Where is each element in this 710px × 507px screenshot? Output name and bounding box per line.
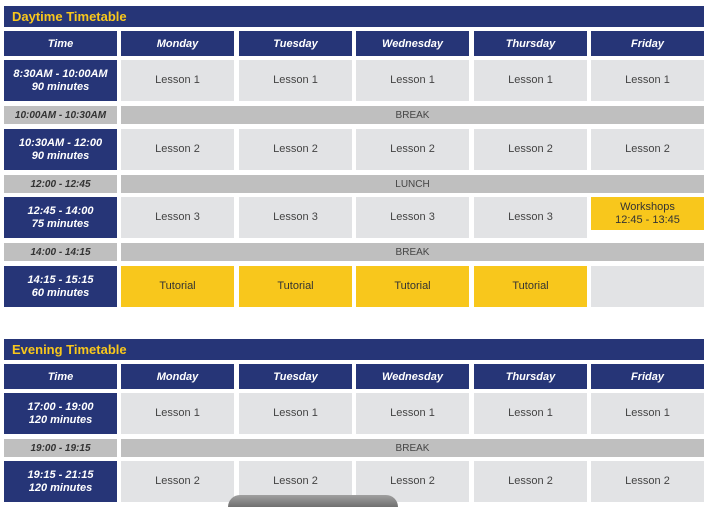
time-slot: 12:45 - 14:00 75 minutes: [4, 197, 117, 238]
lesson-cell: Lesson 1: [474, 60, 587, 101]
time-duration: 120 minutes: [28, 481, 93, 494]
lesson-cell: Lesson 1: [591, 393, 704, 434]
lesson-cell: Lesson 2: [591, 461, 704, 502]
workshops-cell: Workshops 12:45 - 13:45: [591, 197, 704, 230]
break-bar: BREAK: [121, 243, 704, 261]
lesson-cell: Lesson 1: [121, 393, 234, 434]
lesson-cell: Lesson 2: [239, 129, 352, 170]
lunch-time: 12:00 - 12:45: [4, 175, 117, 193]
lesson-cell: Lesson 1: [474, 393, 587, 434]
lesson-cell: Lesson 3: [239, 197, 352, 238]
break-time: 10:00AM - 10:30AM: [4, 106, 117, 124]
header-wednesday: Wednesday: [356, 31, 469, 56]
header-tuesday: Tuesday: [239, 31, 352, 56]
header-monday: Monday: [121, 364, 234, 389]
tutorial-cell: Tutorial: [356, 266, 469, 307]
lesson-cell: Lesson 1: [239, 60, 352, 101]
header-friday: Friday: [591, 364, 704, 389]
break-bar: BREAK: [121, 106, 704, 124]
time-slot: 17:00 - 19:00 120 minutes: [4, 393, 117, 434]
lunch-bar: LUNCH: [121, 175, 704, 193]
time-range: 19:15 - 21:15: [27, 468, 94, 481]
empty-cell: [591, 266, 704, 307]
break-bar: BREAK: [121, 439, 704, 457]
time-slot: 8:30AM - 10:00AM 90 minutes: [4, 60, 117, 101]
lesson-cell: Lesson 1: [591, 60, 704, 101]
header-tuesday: Tuesday: [239, 364, 352, 389]
lesson-cell: Lesson 2: [474, 129, 587, 170]
lesson-cell: Lesson 2: [356, 129, 469, 170]
lesson-cell: Lesson 2: [474, 461, 587, 502]
header-thursday: Thursday: [474, 364, 587, 389]
evening-title: Evening Timetable: [4, 339, 704, 360]
background-photo: [228, 495, 398, 507]
tutorial-cell: Tutorial: [474, 266, 587, 307]
workshops-time: 12:45 - 13:45: [615, 213, 680, 226]
header-time: Time: [4, 364, 117, 389]
time-duration: 90 minutes: [31, 80, 90, 93]
daytime-title: Daytime Timetable: [4, 6, 704, 27]
tutorial-cell: Tutorial: [239, 266, 352, 307]
header-monday: Monday: [121, 31, 234, 56]
time-slot: 14:15 - 15:15 60 minutes: [4, 266, 117, 307]
header-time: Time: [4, 31, 117, 56]
lesson-cell: Lesson 2: [121, 461, 234, 502]
time-duration: 90 minutes: [31, 149, 90, 162]
time-duration: 75 minutes: [31, 217, 90, 230]
time-duration: 120 minutes: [28, 413, 93, 426]
header-thursday: Thursday: [474, 31, 587, 56]
time-range: 17:00 - 19:00: [27, 400, 94, 413]
break-time: 14:00 - 14:15: [4, 243, 117, 261]
lesson-cell: Lesson 3: [474, 197, 587, 238]
time-duration: 60 minutes: [31, 286, 90, 299]
lesson-cell: Lesson 1: [239, 393, 352, 434]
time-slot: 10:30AM - 12:00 90 minutes: [4, 129, 117, 170]
lesson-cell: Lesson 2: [591, 129, 704, 170]
lesson-cell: Lesson 3: [121, 197, 234, 238]
header-wednesday: Wednesday: [356, 364, 469, 389]
time-range: 10:30AM - 12:00: [18, 136, 103, 149]
header-friday: Friday: [591, 31, 704, 56]
lesson-cell: Lesson 1: [356, 393, 469, 434]
tutorial-cell: Tutorial: [121, 266, 234, 307]
lesson-cell: Lesson 1: [356, 60, 469, 101]
workshops-label: Workshops: [620, 200, 675, 213]
lesson-cell: Lesson 2: [121, 129, 234, 170]
time-slot: 19:15 - 21:15 120 minutes: [4, 461, 117, 502]
lesson-cell: Lesson 3: [356, 197, 469, 238]
time-range: 8:30AM - 10:00AM: [13, 67, 108, 80]
time-range: 14:15 - 15:15: [27, 273, 94, 286]
lesson-cell: Lesson 1: [121, 60, 234, 101]
break-time: 19:00 - 19:15: [4, 439, 117, 457]
time-range: 12:45 - 14:00: [27, 204, 94, 217]
